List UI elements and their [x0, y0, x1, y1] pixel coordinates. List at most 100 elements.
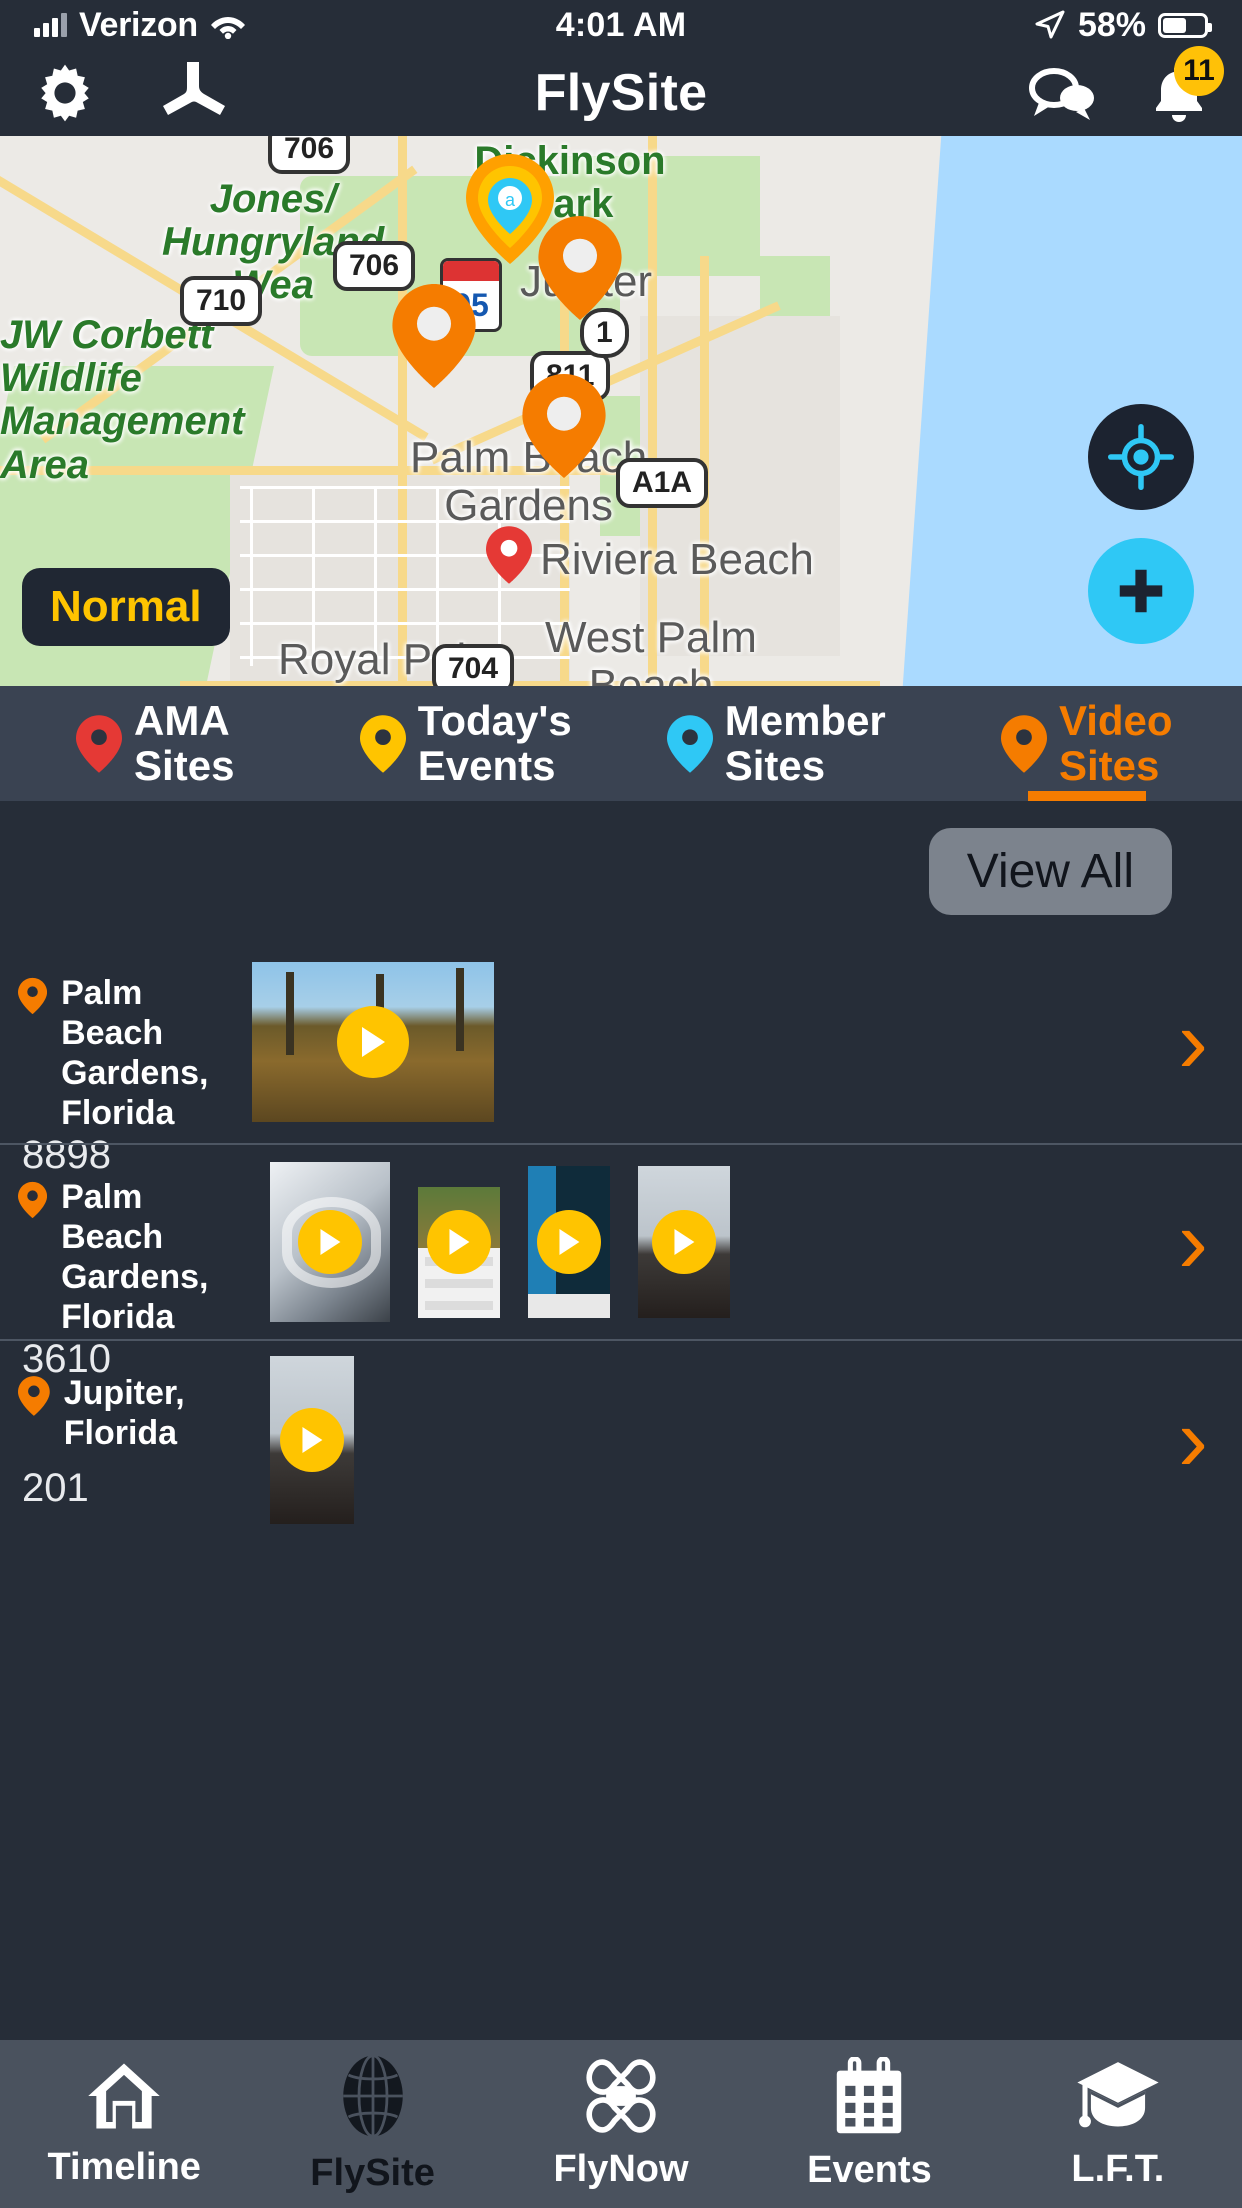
play-icon[interactable] — [537, 1210, 601, 1274]
nav-label: Timeline — [47, 2145, 201, 2188]
view-all-row: View All — [0, 801, 1242, 941]
map-pin-icon — [666, 714, 713, 773]
status-bar: Verizon 4:01 AM 58% — [0, 0, 1242, 50]
tab-todays-events[interactable]: Today's Events — [311, 686, 622, 801]
tab-video-sites[interactable]: Video Sites — [932, 686, 1242, 801]
map-pin-icon — [18, 1181, 48, 1219]
list-item-location: Palm Beach Gardens, Florida — [18, 1173, 248, 1337]
tab-label: Video Sites — [1058, 697, 1173, 789]
tab-label: Today's Events — [417, 697, 572, 789]
nav-label: Events — [807, 2148, 932, 2191]
play-icon[interactable] — [427, 1210, 491, 1274]
gear-icon[interactable] — [34, 62, 96, 124]
video-thumbnail[interactable] — [270, 1162, 390, 1322]
nav-item-events[interactable]: Events — [745, 2056, 993, 2192]
nav-item-timeline[interactable]: Timeline — [0, 2060, 248, 2189]
nav-label: L.F.T. — [1071, 2147, 1165, 2190]
carrier-label: Verizon — [79, 5, 198, 44]
map-pin-video[interactable] — [538, 216, 622, 325]
locate-me-button[interactable] — [1088, 404, 1194, 510]
calendar-icon — [837, 2056, 902, 2133]
bell-icon[interactable]: 11 — [1150, 46, 1224, 124]
header-left-actions — [34, 60, 232, 126]
bottom-nav-bar[interactable]: Timeline FlySite FlyNow Events L.F.T. — [0, 2040, 1242, 2208]
nav-item-lft[interactable]: L.F.T. — [994, 2058, 1242, 2191]
quadcopter-drone-icon — [586, 2058, 656, 2133]
status-bar-left: Verizon — [34, 6, 246, 45]
list-item-thumbnails — [248, 955, 1242, 1129]
signal-bars-icon — [34, 13, 67, 37]
map-pin-icon — [359, 714, 406, 773]
location-arrow-icon — [1035, 10, 1065, 39]
map-mode-badge[interactable]: Normal — [22, 568, 230, 646]
play-icon[interactable] — [652, 1210, 716, 1274]
nav-label: FlySite — [310, 2151, 435, 2194]
video-thumbnail[interactable] — [528, 1166, 610, 1318]
map-label: JW Corbett Wildlife Management Area — [0, 313, 245, 487]
nav-item-flysite[interactable]: FlySite — [248, 2053, 496, 2195]
battery-percent-label: 58% — [1077, 5, 1146, 44]
road-shield: 704 — [432, 644, 515, 686]
road-shield: A1A — [616, 458, 709, 508]
map-pin-icon — [1000, 714, 1047, 773]
svg-text:a: a — [505, 190, 516, 210]
video-sites-list: View All Palm Beach Gardens, Florida 8898 — [0, 801, 1242, 1539]
play-icon[interactable] — [337, 1006, 409, 1078]
plus-icon — [1119, 569, 1163, 613]
road-shield: 706 — [268, 136, 351, 174]
chat-bubble-icon[interactable] — [1024, 64, 1100, 122]
category-tab-bar[interactable]: AMA Sites Today's Events Member Sites Video… — [0, 686, 1242, 801]
list-item-site-id: 201 — [22, 1466, 89, 1510]
chevron-right-icon[interactable]: › — [1178, 1197, 1208, 1287]
list-item-thumbnails — [248, 1159, 1242, 1325]
nav-label: FlyNow — [553, 2147, 689, 2190]
map-city-label: West Palm Beach — [545, 613, 757, 686]
video-thumbnail[interactable] — [270, 1356, 354, 1524]
tab-label: AMA Sites — [134, 697, 235, 789]
tab-active-indicator — [1027, 791, 1146, 801]
chevron-right-icon[interactable]: › — [1178, 997, 1208, 1087]
map-pin-icon — [18, 1376, 50, 1416]
add-site-button[interactable] — [1088, 538, 1194, 644]
list-item[interactable]: Palm Beach Gardens, Florida 3610 › — [0, 1143, 1242, 1381]
graduation-cap-icon — [1077, 2061, 1159, 2127]
list-item-thumbnails — [248, 1355, 1242, 1525]
map-pin-video[interactable] — [392, 284, 476, 393]
notification-badge: 11 — [1174, 46, 1224, 96]
map-view[interactable]: Jones/Hungryland Wea JW Corbett Wildlife Ma… — [0, 136, 1242, 686]
view-all-button[interactable]: View All — [928, 827, 1172, 915]
list-item-location-label: Palm Beach Gardens, Florida — [61, 974, 209, 1133]
map-pin-video[interactable] — [522, 374, 606, 483]
list-item[interactable]: Palm Beach Gardens, Florida 8898 › — [0, 941, 1242, 1177]
header-right-actions: 11 — [1024, 46, 1224, 124]
list-item-location: Palm Beach Gardens, Florida — [18, 969, 248, 1133]
list-item-location-label: Palm Beach Gardens, Florida — [61, 1178, 209, 1337]
map-pin-icon — [18, 977, 48, 1015]
drone-propeller-icon[interactable] — [154, 60, 232, 126]
tab-member-sites[interactable]: Member Sites — [621, 686, 932, 801]
list-item-meta: Palm Beach Gardens, Florida 3610 — [0, 1159, 248, 1381]
video-thumbnail[interactable] — [638, 1166, 730, 1318]
map-pin-ama[interactable] — [486, 526, 532, 589]
app-header: FlySite 11 — [0, 46, 1242, 136]
list-item-location: Jupiter, Florida — [18, 1369, 248, 1453]
list-item-location-label: Jupiter, Florida — [63, 1374, 185, 1453]
home-icon — [88, 2063, 160, 2128]
video-thumbnail[interactable] — [418, 1166, 500, 1318]
crosshair-locate-icon — [1108, 424, 1174, 490]
map-minor-road — [250, 486, 253, 666]
chevron-right-icon[interactable]: › — [1178, 1395, 1208, 1485]
globe-icon — [342, 2053, 403, 2138]
status-bar-right: 58% — [1034, 5, 1212, 45]
wifi-icon — [210, 17, 245, 39]
map-road — [398, 136, 407, 686]
list-item-meta: Jupiter, Florida 201 — [0, 1355, 248, 1525]
tab-label: Member Sites — [724, 697, 886, 789]
nav-item-flynow[interactable]: FlyNow — [497, 2058, 745, 2191]
tab-ama-sites[interactable]: AMA Sites — [0, 686, 311, 801]
video-thumbnail[interactable] — [252, 962, 494, 1122]
map-city-label: Riviera Beach — [540, 535, 814, 584]
play-icon[interactable] — [280, 1408, 344, 1472]
play-icon[interactable] — [298, 1210, 362, 1274]
list-item[interactable]: Jupiter, Florida 201 › — [0, 1339, 1242, 1539]
